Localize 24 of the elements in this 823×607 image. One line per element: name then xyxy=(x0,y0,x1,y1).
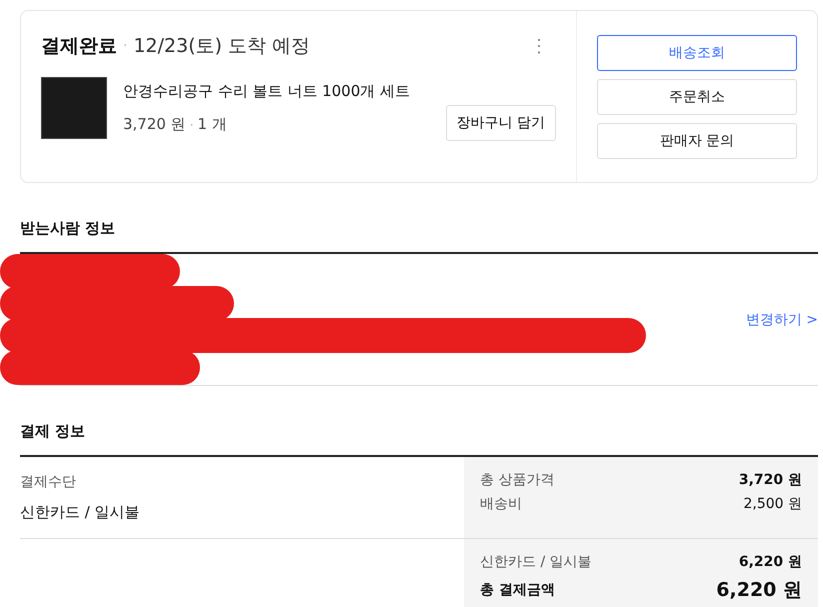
add-to-cart-button[interactable]: 장바구니 담기 xyxy=(446,105,556,141)
arrival-date: 12/23(토) 도착 예정 xyxy=(133,34,310,59)
price-value: 2,500 원 xyxy=(743,495,802,513)
payment-method-label: 결제수단 xyxy=(20,473,77,491)
change-address-link[interactable]: 변경하기 > xyxy=(746,310,818,328)
price-label: 총 결제금액 xyxy=(480,581,555,599)
price-label: 배송비 xyxy=(480,495,522,513)
more-menu-button[interactable]: ⋮ xyxy=(522,35,556,57)
price-value: 3,720 원 xyxy=(738,471,802,489)
order-action-button[interactable]: 배송조회 xyxy=(597,35,797,71)
separator-dot: · xyxy=(123,38,128,54)
separator-dot: · xyxy=(190,118,194,132)
price-value: 6,220 원 xyxy=(738,553,802,571)
price-label: 신한카드 / 일시불 xyxy=(480,553,592,571)
order-status: 결제완료 xyxy=(41,34,117,59)
order-action-button[interactable]: 판매자 문의 xyxy=(597,123,797,159)
product-price: 3,720 원 xyxy=(123,115,186,134)
price-value: 6,220 원 xyxy=(716,578,802,603)
payment-method: 신한카드 / 일시불 xyxy=(20,503,141,522)
product-name[interactable]: 안경수리공구 수리 볼트 너트 1000개 세트 xyxy=(123,82,446,101)
product-photo-placeholder xyxy=(41,77,107,139)
product-quantity: 1 개 xyxy=(198,115,227,134)
price-label: 총 상품가격 xyxy=(480,471,554,489)
order-action-button[interactable]: 주문취소 xyxy=(597,79,797,115)
